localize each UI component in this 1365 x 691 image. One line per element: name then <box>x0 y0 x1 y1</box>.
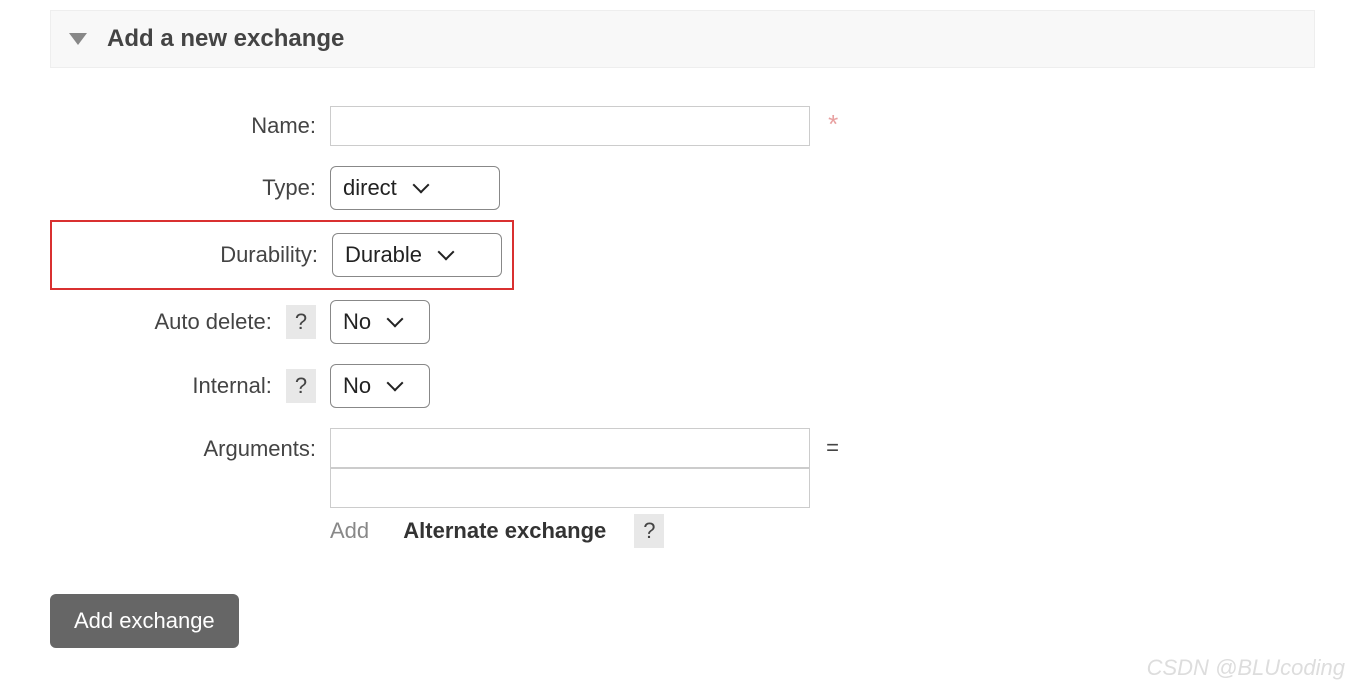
alternate-exchange-link[interactable]: Alternate exchange <box>403 518 606 543</box>
internal-label: Internal: <box>192 373 272 398</box>
arguments-label: Arguments: <box>204 436 317 461</box>
chevron-down-icon <box>438 244 455 261</box>
section-title: Add a new exchange <box>107 25 344 53</box>
name-input[interactable] <box>330 106 810 146</box>
add-argument-link[interactable]: Add <box>330 518 369 543</box>
type-label: Type: <box>262 175 316 200</box>
watermark: CSDN @BLUcoding <box>1147 655 1345 681</box>
section-header[interactable]: Add a new exchange <box>50 10 1315 68</box>
durability-select[interactable]: Durable <box>332 233 502 277</box>
name-label: Name: <box>251 113 316 138</box>
argument-key-input[interactable] <box>330 428 810 468</box>
alternate-exchange-help-icon[interactable]: ? <box>634 514 664 548</box>
auto-delete-help-icon[interactable]: ? <box>286 305 316 339</box>
durability-highlight: Durability: Durable <box>50 220 514 290</box>
chevron-down-icon <box>387 311 404 328</box>
internal-help-icon[interactable]: ? <box>286 369 316 403</box>
chevron-down-icon <box>387 375 404 392</box>
add-exchange-button[interactable]: Add exchange <box>50 594 239 648</box>
required-mark: * <box>828 109 838 139</box>
durability-value: Durable <box>345 242 422 268</box>
internal-select[interactable]: No <box>330 364 430 408</box>
add-exchange-form: Name: * Type: direct Durability: <box>50 96 1315 558</box>
chevron-down-icon <box>412 177 429 194</box>
equals-sign: = <box>826 435 839 460</box>
caret-down-icon <box>69 33 87 45</box>
durability-label: Durability: <box>220 242 318 267</box>
type-select[interactable]: direct <box>330 166 500 210</box>
argument-value-input[interactable] <box>330 468 810 508</box>
auto-delete-label: Auto delete: <box>154 309 271 334</box>
internal-value: No <box>343 373 371 399</box>
type-value: direct <box>343 175 397 201</box>
auto-delete-value: No <box>343 309 371 335</box>
auto-delete-select[interactable]: No <box>330 300 430 344</box>
